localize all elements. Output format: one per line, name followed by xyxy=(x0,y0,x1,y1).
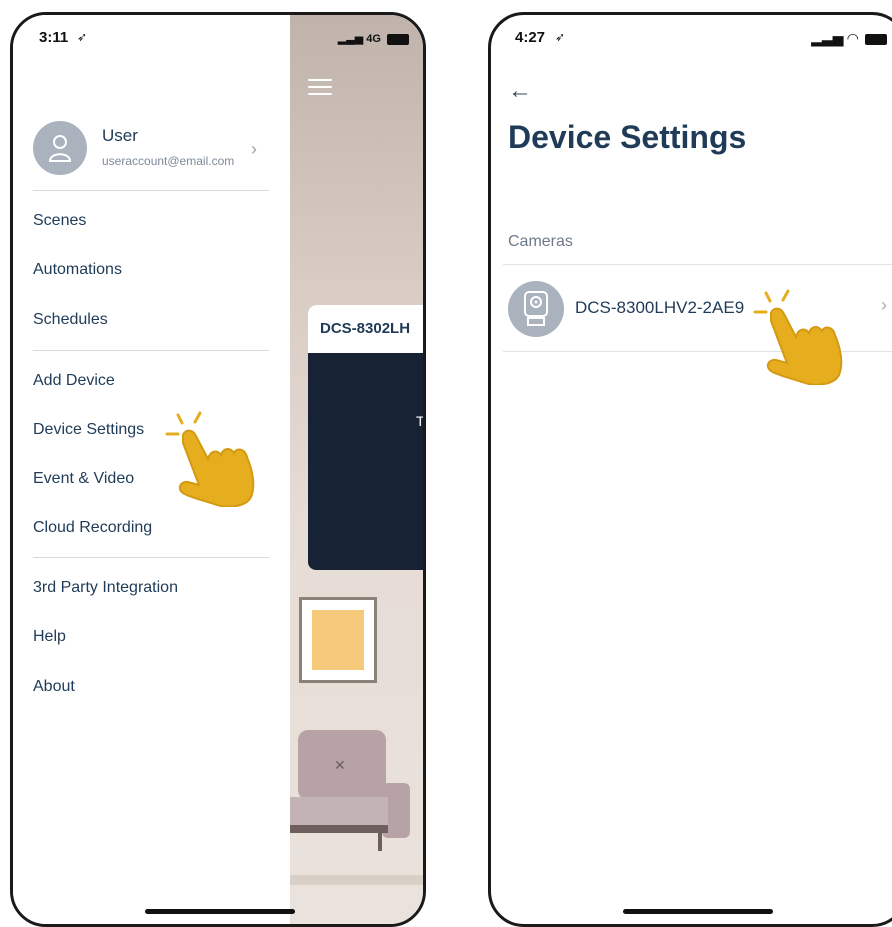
chevron-right-icon: › xyxy=(251,139,257,159)
menu-item-third-party[interactable]: 3rd Party Integration xyxy=(33,579,178,597)
user-icon xyxy=(48,135,72,162)
battery-icon xyxy=(865,33,887,45)
phone-left: ▂▃▅ 4G DCS-8302LH T ✕ 3:11 ➶ User userac… xyxy=(10,12,426,927)
menu-item-event-video[interactable]: Event & Video xyxy=(33,470,134,488)
camera-card-text: T xyxy=(416,413,425,429)
sofa-leg xyxy=(378,833,382,851)
sofa-base xyxy=(290,825,388,833)
background-app: ▂▃▅ 4G DCS-8302LH T ✕ xyxy=(290,15,423,924)
status-indicators: ▂▃▅ 4G xyxy=(338,32,409,45)
menu-item-cloud-recording[interactable]: Cloud Recording xyxy=(33,519,152,537)
user-name: User xyxy=(102,126,138,145)
floor xyxy=(290,875,423,885)
signal-icon: ▂▃▅ xyxy=(811,30,844,46)
section-label-cameras: Cameras xyxy=(508,233,573,250)
battery-icon xyxy=(387,33,409,45)
pointing-hand-icon xyxy=(753,289,843,385)
menu-item-about[interactable]: About xyxy=(33,678,75,696)
camera-card[interactable]: DCS-8302LH T xyxy=(308,305,425,570)
user-email: useraccount@email.com xyxy=(102,154,235,168)
device-name: DCS-8300LHV2-2AE9 xyxy=(575,298,745,317)
divider xyxy=(503,264,892,265)
wall-picture xyxy=(299,597,377,683)
wifi-icon: ◠ xyxy=(847,30,859,46)
network-label: 4G xyxy=(366,33,381,45)
sofa-stitch: ✕ xyxy=(334,757,346,773)
device-avatar xyxy=(508,281,564,337)
status-indicators: ▂▃▅ ◠ xyxy=(811,30,887,47)
status-time: 3:11 xyxy=(39,29,69,46)
sofa-seat xyxy=(290,797,388,827)
camera-icon xyxy=(524,291,548,326)
menu-item-automations[interactable]: Automations xyxy=(33,261,122,279)
arrow-left-icon[interactable]: ← xyxy=(508,77,532,105)
chevron-right-icon: › xyxy=(881,295,887,315)
pointing-hand-icon xyxy=(165,411,255,507)
menu-item-device-settings[interactable]: Device Settings xyxy=(33,421,144,439)
user-profile[interactable]: User useraccount@email.com › xyxy=(33,121,273,181)
page-title: Device Settings xyxy=(508,119,747,155)
menu-item-scenes[interactable]: Scenes xyxy=(33,212,86,230)
divider xyxy=(33,190,269,191)
hamburger-icon[interactable] xyxy=(308,79,332,97)
location-arrow-icon: ➶ xyxy=(555,30,566,44)
status-time: 4:27 xyxy=(515,29,546,46)
menu-item-add-device[interactable]: Add Device xyxy=(33,372,115,390)
location-arrow-icon: ➶ xyxy=(77,30,88,44)
signal-icon: ▂▃▅ xyxy=(337,33,364,45)
divider xyxy=(33,557,269,558)
divider xyxy=(33,350,269,351)
avatar xyxy=(33,121,87,175)
menu-item-schedules[interactable]: Schedules xyxy=(33,311,108,329)
phone-right: 4:27 ➶ ▂▃▅ ◠ ← Device Settings Cameras D… xyxy=(488,12,892,927)
camera-card-title: DCS-8302LH xyxy=(308,305,423,353)
menu-item-help[interactable]: Help xyxy=(33,628,66,646)
